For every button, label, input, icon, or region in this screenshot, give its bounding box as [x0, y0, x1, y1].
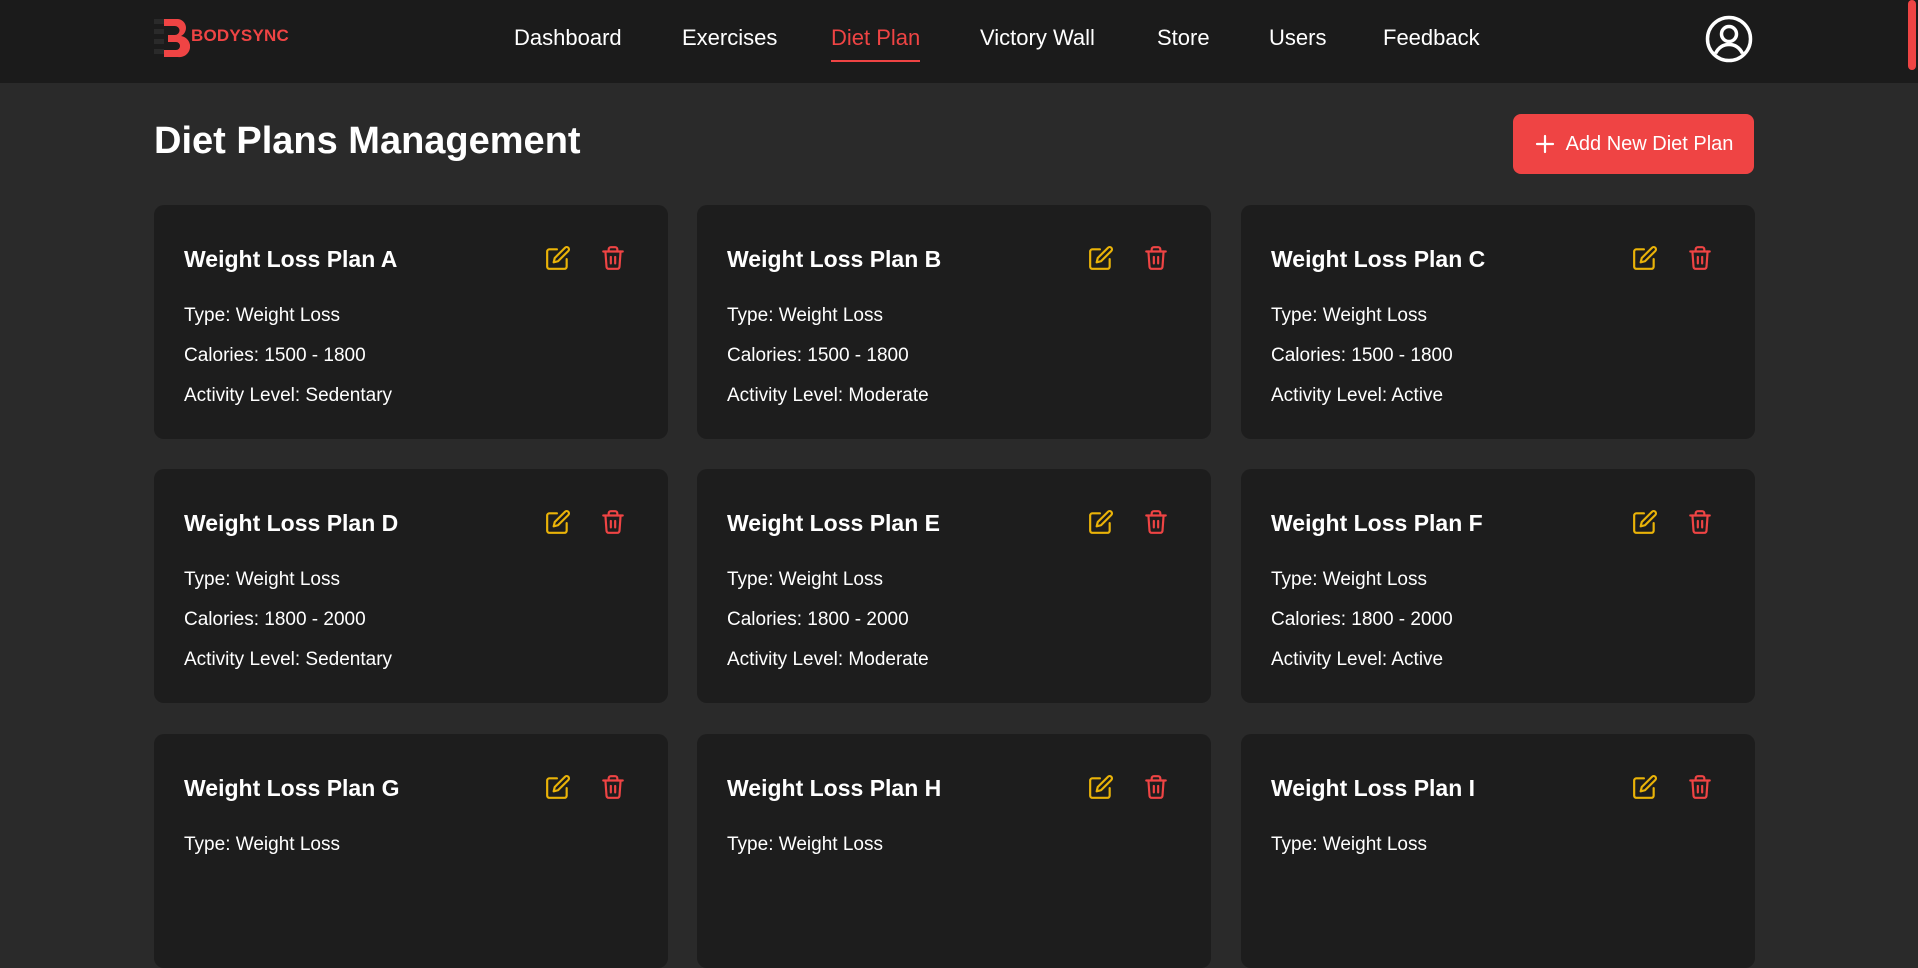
diet-plan-calories: Calories: 1800 - 2000 — [1271, 609, 1453, 630]
nav-item-users[interactable]: Users — [1269, 25, 1326, 51]
edit-icon[interactable] — [1632, 245, 1658, 271]
diet-plan-activity-level: Activity Level: Sedentary — [184, 385, 393, 406]
edit-icon[interactable] — [545, 774, 571, 800]
diet-plan-card: Weight Loss Plan E Type: Weight Loss Cal… — [697, 469, 1211, 703]
diet-plan-type: Type: Weight Loss — [1271, 569, 1427, 590]
active-nav-underline — [831, 60, 921, 62]
edit-icon[interactable] — [1088, 509, 1114, 535]
user-circle-icon[interactable] — [1705, 15, 1753, 63]
page-scrollbar[interactable] — [1906, 0, 1918, 859]
diet-plan-card: Weight Loss Plan H Type: Weight Loss — [697, 734, 1211, 968]
diet-plan-activity-level: Activity Level: Active — [1271, 649, 1444, 670]
trash-icon[interactable] — [1143, 245, 1169, 271]
trash-icon[interactable] — [1687, 774, 1713, 800]
diet-plan-calories: Calories: 1500 - 1800 — [1271, 345, 1453, 366]
diet-plan-title: Weight Loss Plan F — [1271, 510, 1483, 536]
nav-item-diet-plan[interactable]: Diet Plan — [831, 25, 921, 62]
plus-icon — [1535, 134, 1554, 154]
edit-icon[interactable] — [1088, 774, 1114, 800]
edit-icon[interactable] — [1088, 245, 1114, 271]
diet-plan-card: Weight Loss Plan D Type: Weight Loss Cal… — [154, 469, 668, 703]
diet-plan-type: Type: Weight Loss — [727, 569, 883, 590]
trash-icon[interactable] — [1143, 774, 1169, 800]
diet-plan-calories: Calories: 1800 - 2000 — [727, 609, 909, 630]
diet-plan-type: Type: Weight Loss — [727, 305, 883, 326]
trash-icon[interactable] — [600, 774, 626, 800]
diet-plan-activity-level: Activity Level: Moderate — [727, 385, 929, 406]
add-new-diet-plan-button[interactable]: Add New Diet Plan — [1513, 114, 1754, 174]
edit-icon[interactable] — [545, 509, 571, 535]
nav-item-victory-wall[interactable]: Victory Wall — [980, 25, 1095, 51]
add-button-label: Add New Diet Plan — [1565, 132, 1734, 155]
page-title: Diet Plans Management — [154, 120, 581, 162]
diet-plan-calories: Calories: 1500 - 1800 — [184, 345, 366, 366]
trash-icon[interactable] — [1143, 509, 1169, 535]
trash-icon[interactable] — [600, 245, 626, 271]
main-nav: Dashboard Exercises Diet Plan Victory Wa… — [0, 0, 1918, 83]
diet-plan-title: Weight Loss Plan I — [1271, 775, 1476, 801]
diet-plan-calories: Calories: 1800 - 2000 — [184, 609, 366, 630]
nav-item-feedback[interactable]: Feedback — [1383, 25, 1480, 51]
diet-plan-activity-level: Activity Level: Active — [1271, 385, 1444, 406]
nav-item-diet-plan-label: Diet Plan — [831, 25, 921, 50]
trash-icon[interactable] — [600, 509, 626, 535]
nav-item-exercises[interactable]: Exercises — [682, 25, 777, 51]
scrollbar-thumb[interactable] — [1908, 0, 1916, 70]
nav-item-dashboard[interactable]: Dashboard — [514, 25, 622, 51]
edit-icon[interactable] — [1632, 774, 1658, 800]
diet-plan-title: Weight Loss Plan G — [184, 775, 400, 801]
nav-item-store[interactable]: Store — [1157, 25, 1210, 51]
diet-plan-card: Weight Loss Plan B Type: Weight Loss Cal… — [697, 205, 1211, 439]
diet-plan-type: Type: Weight Loss — [184, 834, 340, 855]
trash-icon[interactable] — [1687, 245, 1713, 271]
diet-plan-card: Weight Loss Plan C Type: Weight Loss Cal… — [1241, 205, 1755, 439]
trash-icon[interactable] — [1687, 509, 1713, 535]
diet-plan-type: Type: Weight Loss — [727, 834, 883, 855]
diet-plan-calories: Calories: 1500 - 1800 — [727, 345, 909, 366]
diet-plan-activity-level: Activity Level: Sedentary — [184, 649, 393, 670]
diet-plan-title: Weight Loss Plan D — [184, 510, 399, 536]
diet-plan-card: Weight Loss Plan F Type: Weight Loss Cal… — [1241, 469, 1755, 703]
diet-plan-type: Type: Weight Loss — [1271, 305, 1427, 326]
edit-icon[interactable] — [545, 245, 571, 271]
diet-plan-title: Weight Loss Plan E — [727, 510, 940, 536]
diet-plan-title: Weight Loss Plan C — [1271, 246, 1486, 272]
edit-icon[interactable] — [1632, 509, 1658, 535]
diet-plan-activity-level: Activity Level: Moderate — [727, 649, 929, 670]
diet-plan-title: Weight Loss Plan A — [184, 246, 398, 272]
diet-plan-title: Weight Loss Plan B — [727, 246, 942, 272]
diet-plan-card: Weight Loss Plan A Type: Weight Loss Cal… — [154, 205, 668, 439]
diet-plan-title: Weight Loss Plan H — [727, 775, 942, 801]
diet-plan-type: Type: Weight Loss — [184, 305, 340, 326]
diet-plan-type: Type: Weight Loss — [184, 569, 340, 590]
top-navbar: BODYSYNC Dashboard Exercises Diet Plan V… — [0, 0, 1918, 83]
diet-plan-type: Type: Weight Loss — [1271, 834, 1427, 855]
diet-plan-card: Weight Loss Plan I Type: Weight Loss — [1241, 734, 1755, 968]
diet-plan-card: Weight Loss Plan G Type: Weight Loss — [154, 734, 668, 968]
